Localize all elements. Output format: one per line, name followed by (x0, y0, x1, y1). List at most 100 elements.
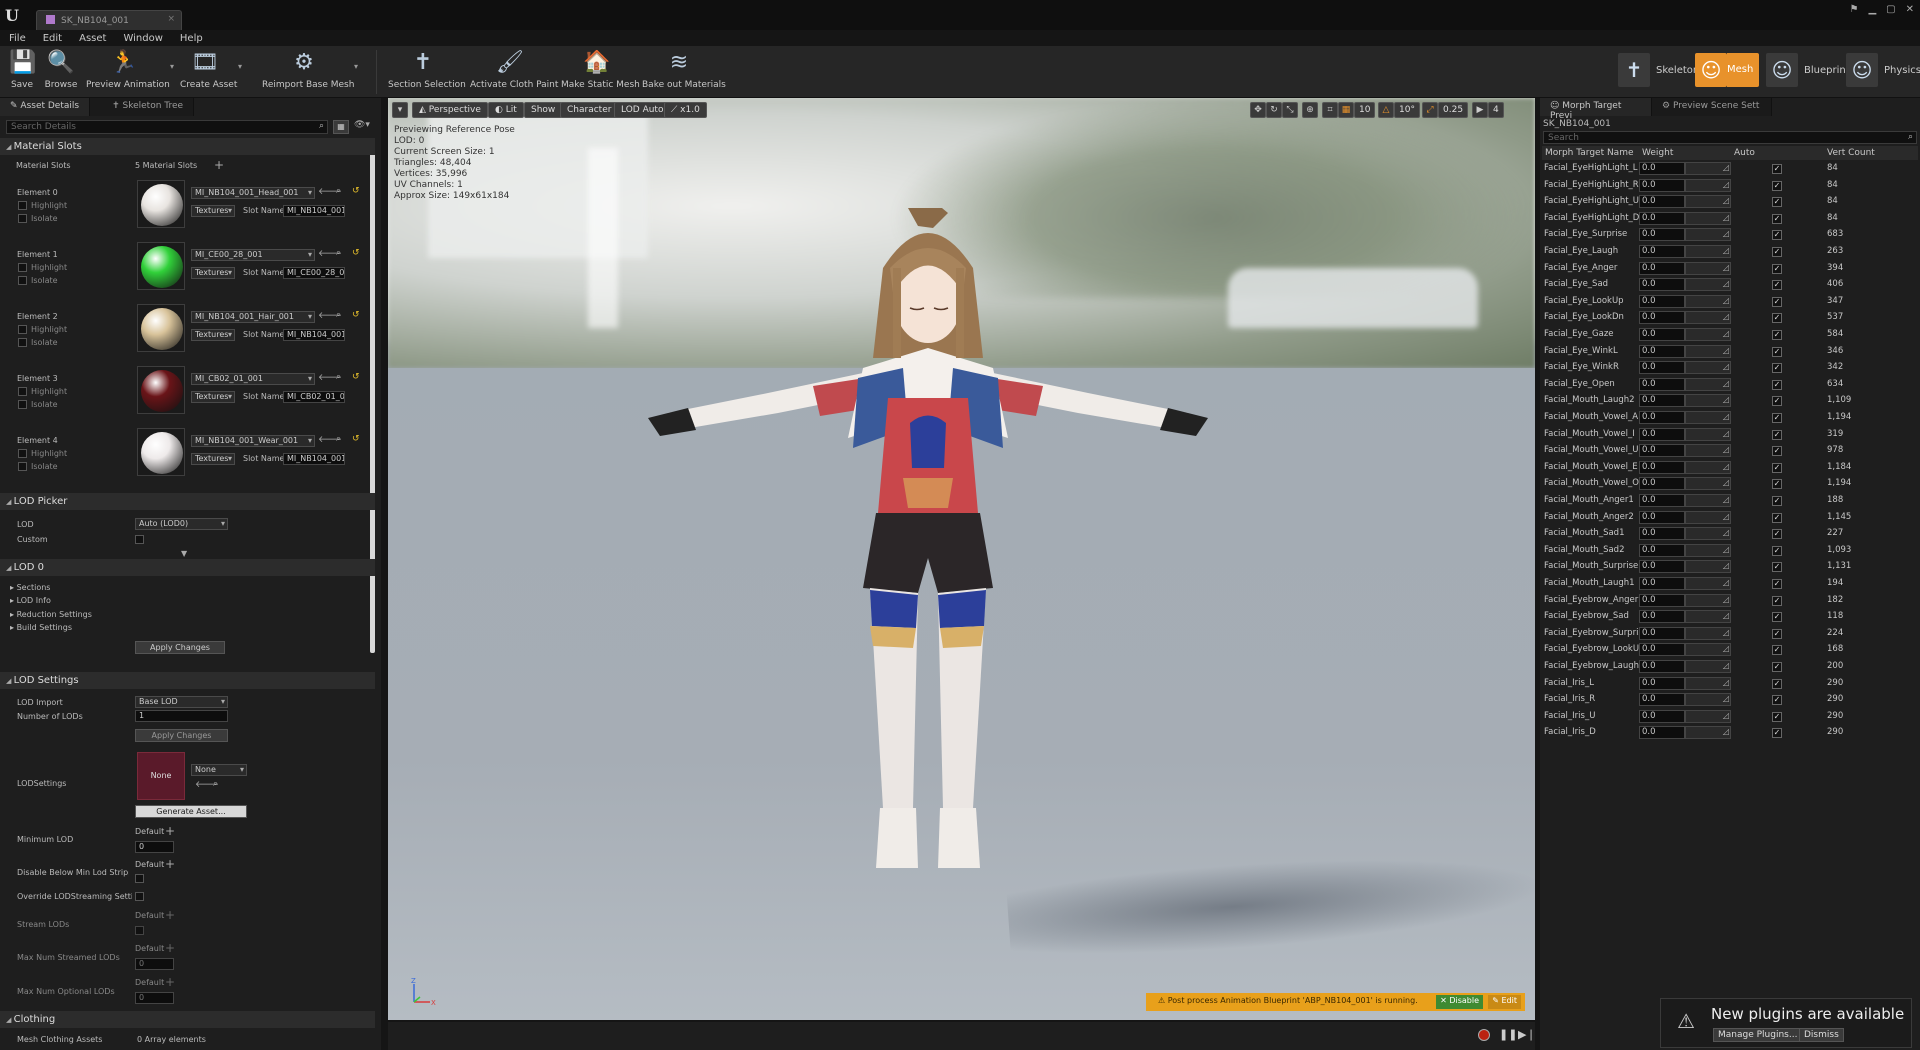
weight-input[interactable]: 0.0 (1639, 660, 1685, 673)
isolate-checkbox[interactable] (18, 214, 27, 223)
bake-out-materials-button[interactable]: ≋ Bake out Materials (642, 48, 726, 90)
slot-name-input[interactable]: MI_CE00_28_00 (283, 267, 345, 279)
scale-snap-value[interactable]: 0.25 (1438, 102, 1469, 118)
lod-dropdown[interactable]: Auto (LOD0) (135, 518, 228, 530)
weight-slider[interactable] (1685, 726, 1731, 740)
minimum-lod-input[interactable]: 0 (135, 841, 174, 853)
save-button[interactable]: 💾 Save (8, 48, 36, 90)
auto-checkbox[interactable]: ✓ (1772, 280, 1782, 291)
col-weight[interactable]: Weight (1642, 148, 1673, 158)
max-streamed-lods-add-icon[interactable]: + (165, 941, 175, 955)
manage-plugins-button[interactable]: Manage Plugins... (1713, 1028, 1803, 1042)
morph-target-row[interactable]: Facial_Iris_U 0.0 ✓ 290 (1542, 709, 1914, 725)
weight-input[interactable]: 0.0 (1639, 477, 1685, 491)
weight-input[interactable]: 0.0 (1639, 411, 1685, 424)
auto-checkbox[interactable]: ✓ (1772, 346, 1782, 357)
number-of-lods-input[interactable]: 1 (135, 710, 228, 722)
weight-slider[interactable] (1685, 162, 1731, 175)
weight-input[interactable]: 0.0 (1639, 195, 1685, 209)
activate-cloth-paint-button[interactable]: 🖌 Activate Cloth Paint (470, 48, 558, 90)
morph-target-row[interactable]: Facial_Mouth_Laugh1 0.0 ✓ 194 (1542, 576, 1914, 592)
highlight-checkbox[interactable] (18, 387, 27, 396)
lodsettings-dropdown[interactable]: None (191, 764, 247, 776)
auto-checkbox[interactable]: ✓ (1772, 396, 1782, 407)
weight-slider[interactable] (1685, 577, 1731, 590)
weight-input[interactable]: 0.0 (1639, 593, 1685, 607)
mode-blueprint[interactable]: ☺ Blueprint (1766, 50, 1850, 90)
weight-slider[interactable] (1685, 494, 1731, 507)
grid-snap-icon[interactable]: ▦ (1338, 102, 1354, 118)
grid-snap-value[interactable]: 10 (1354, 102, 1376, 118)
morph-target-row[interactable]: Facial_Eye_LookUp 0.0 ✓ 347 (1542, 294, 1914, 310)
weight-slider[interactable] (1685, 178, 1731, 192)
material-thumbnail[interactable] (137, 304, 185, 352)
auto-checkbox[interactable]: ✓ (1772, 462, 1782, 473)
transform-rotate-icon[interactable]: ↻ (1266, 102, 1282, 118)
auto-checkbox[interactable]: ✓ (1772, 230, 1782, 241)
auto-checkbox[interactable]: ✓ (1772, 512, 1782, 523)
material-dropdown[interactable]: MI_CB02_01_001 (191, 373, 315, 385)
weight-input[interactable]: 0.0 (1639, 311, 1685, 325)
record-icon[interactable] (1478, 1029, 1490, 1041)
morph-target-row[interactable]: Facial_Eyebrow_LookUp 0.0 ✓ 168 (1542, 642, 1914, 658)
weight-input[interactable]: 0.0 (1639, 178, 1685, 192)
section-selection-button[interactable]: ✝ Section Selection (388, 48, 466, 90)
highlight-checkbox[interactable] (18, 263, 27, 272)
isolate-checkbox[interactable] (18, 276, 27, 285)
auto-checkbox[interactable]: ✓ (1772, 213, 1782, 224)
rotation-snap-icon[interactable]: △ (1378, 102, 1394, 118)
morph-target-row[interactable]: Facial_Eyebrow_Surprise 0.0 ✓ 224 (1542, 626, 1914, 642)
weight-slider[interactable] (1685, 709, 1731, 723)
weight-slider[interactable] (1685, 294, 1731, 308)
morph-target-row[interactable]: Facial_Mouth_Sad1 0.0 ✓ 227 (1542, 526, 1914, 542)
lit-button[interactable]: ◐ Lit (488, 102, 524, 118)
weight-input[interactable]: 0.0 (1639, 577, 1685, 590)
morph-target-row[interactable]: Facial_Eye_Anger 0.0 ✓ 394 (1542, 261, 1914, 277)
weight-input[interactable]: 0.0 (1639, 643, 1685, 657)
transform-move-icon[interactable]: ✥ (1250, 102, 1266, 118)
unreal-logo-icon[interactable]: U (5, 6, 19, 25)
weight-slider[interactable] (1685, 261, 1731, 275)
weight-input[interactable]: 0.0 (1639, 245, 1685, 258)
morph-target-row[interactable]: Facial_Iris_R 0.0 ✓ 290 (1542, 692, 1914, 708)
weight-slider[interactable] (1685, 543, 1731, 557)
weight-slider[interactable] (1685, 660, 1731, 673)
make-static-mesh-button[interactable]: 🏠 Make Static Mesh (561, 48, 640, 90)
tab-skeleton-tree[interactable]: ✝ Skeleton Tree (90, 98, 195, 116)
highlight-checkbox[interactable] (18, 449, 27, 458)
weight-input[interactable]: 0.0 (1639, 361, 1685, 375)
auto-checkbox[interactable]: ✓ (1772, 711, 1782, 722)
slot-name-input[interactable]: MI_NB104_001_ (283, 205, 345, 217)
minimize-icon[interactable]: ▁ (1868, 4, 1876, 15)
maximize-icon[interactable]: ▢ (1886, 4, 1895, 15)
auto-checkbox[interactable]: ✓ (1772, 446, 1782, 457)
browse-material-icon[interactable]: ⌕ (336, 186, 341, 196)
browse-button[interactable]: 🔍 Browse (44, 48, 78, 90)
add-material-slot-icon[interactable]: + (214, 158, 224, 172)
morph-target-row[interactable]: Facial_Mouth_Anger2 0.0 ✓ 1,145 (1542, 510, 1914, 526)
browse-material-icon[interactable]: ⌕ (336, 434, 341, 444)
stream-lods-checkbox[interactable] (135, 926, 144, 935)
close-tab-icon[interactable]: × (167, 14, 175, 24)
reset-to-default-icon[interactable]: ↺ (352, 372, 360, 382)
morph-target-row[interactable]: Facial_Mouth_Surprise 0.0 ✓ 1,131 (1542, 559, 1914, 575)
material-thumbnail[interactable] (137, 242, 185, 290)
lod0-build-settings[interactable]: ▸ Build Settings (10, 623, 72, 632)
surface-snap-icon[interactable]: ⌗ (1322, 102, 1338, 118)
lod0-sections[interactable]: ▸ Sections (10, 583, 50, 592)
viewport-options-icon[interactable]: ▾ (392, 102, 408, 118)
weight-slider[interactable] (1685, 411, 1731, 424)
category-material-slots[interactable]: Material Slots (0, 138, 375, 155)
reset-to-default-icon[interactable]: ↺ (352, 186, 360, 196)
weight-slider[interactable] (1685, 593, 1731, 607)
dismiss-button[interactable]: Dismiss (1799, 1028, 1844, 1042)
weight-slider[interactable] (1685, 394, 1731, 408)
auto-checkbox[interactable]: ✓ (1772, 164, 1782, 174)
rotation-snap-value[interactable]: 10° (1394, 102, 1420, 118)
auto-checkbox[interactable]: ✓ (1772, 313, 1782, 324)
character-button[interactable]: Character (560, 102, 619, 118)
lod-settings-apply-changes-button[interactable]: Apply Changes (135, 729, 228, 742)
weight-slider[interactable] (1685, 228, 1731, 242)
morph-target-row[interactable]: Facial_Eyebrow_Laugh 0.0 ✓ 200 (1542, 659, 1914, 675)
slot-name-input[interactable]: MI_NB104_001_ (283, 453, 345, 465)
